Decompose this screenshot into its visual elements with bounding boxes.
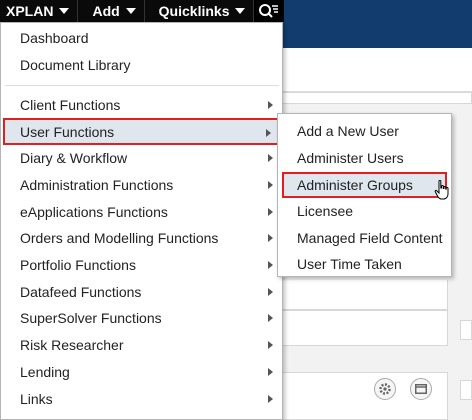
menu-item-label: User Functions [20, 123, 115, 140]
chevron-right-icon [268, 208, 273, 216]
menu-item-administration-functions[interactable]: Administration Functions [5, 172, 279, 198]
menu-divider [5, 85, 279, 86]
chevron-down-icon [235, 8, 246, 14]
chevron-right-icon [268, 341, 273, 349]
chevron-right-icon [268, 261, 273, 269]
menu-item-document-library[interactable]: Document Library [5, 52, 279, 78]
chevron-right-icon [268, 154, 273, 162]
quicklinks-menu-button[interactable]: Quicklinks [144, 0, 255, 22]
chevron-right-icon [268, 101, 273, 109]
submenu-item-add-new-user[interactable]: Add a New User [282, 118, 447, 144]
content-header [258, 48, 472, 92]
add-menu-button[interactable]: Add [78, 0, 145, 22]
menu-item-orders-modelling-functions[interactable]: Orders and Modelling Functions [5, 225, 279, 251]
xplan-menu-button[interactable]: XPLAN [0, 0, 79, 22]
menu-item-label: Document Library [20, 57, 131, 73]
chevron-right-icon [268, 395, 273, 403]
maximize-button[interactable] [410, 378, 432, 400]
submenu-item-label: Administer Users [297, 150, 404, 166]
search-icon [259, 4, 279, 18]
chevron-down-icon [125, 8, 136, 14]
menu-item-label: SuperSolver Functions [20, 310, 162, 326]
menu-item-label: Datafeed Functions [20, 284, 142, 300]
user-functions-submenu: Add a New User Administer Users Administ… [277, 113, 452, 277]
menu-item-label: eApplications Functions [20, 204, 168, 220]
menu-item-label: Client Functions [20, 97, 121, 113]
menu-item-eapplications-functions[interactable]: eApplications Functions [5, 199, 279, 225]
chevron-right-icon [268, 288, 273, 296]
menu-item-supersolver-functions[interactable]: SuperSolver Functions [5, 305, 279, 331]
chevron-right-icon [268, 368, 273, 376]
menu-item-label: Lending [20, 364, 70, 380]
window-icon [415, 384, 427, 394]
menu-item-label: Administration Functions [20, 177, 174, 193]
content-panel [258, 92, 472, 104]
quicklinks-label: Quicklinks [158, 3, 230, 19]
submenu-item-user-time-taken[interactable]: User Time Taken [282, 251, 447, 277]
submenu-item-licensee[interactable]: Licensee [282, 198, 447, 224]
add-label: Add [92, 3, 120, 19]
menu-item-label: Dashboard [20, 30, 89, 46]
xplan-dropdown-menu: Dashboard Document Library Client Functi… [0, 22, 283, 420]
hand-pointer-icon [434, 180, 449, 200]
submenu-item-administer-users[interactable]: Administer Users [282, 145, 447, 171]
menu-item-datafeed-functions[interactable]: Datafeed Functions [5, 279, 279, 305]
menu-item-links[interactable]: Links [5, 386, 279, 412]
menu-item-diary-workflow[interactable]: Diary & Workflow [5, 145, 279, 171]
gear-icon [379, 383, 391, 395]
content-panel [258, 310, 448, 346]
submenu-item-administer-groups[interactable]: Administer Groups [282, 172, 447, 198]
header-strip [256, 22, 472, 48]
content-panel [258, 280, 448, 310]
chevron-right-icon [268, 314, 273, 322]
chevron-right-icon [266, 129, 271, 137]
menu-item-lending[interactable]: Lending [5, 359, 279, 385]
submenu-item-label: Add a New User [297, 123, 399, 139]
content-panel [460, 320, 472, 340]
chevron-right-icon [268, 234, 273, 242]
xplan-label: XPLAN [6, 3, 54, 19]
menu-item-label: Risk Researcher [20, 337, 124, 353]
top-navigation: XPLAN Add Quicklinks [0, 0, 285, 22]
submenu-item-label: User Time Taken [297, 256, 402, 272]
submenu-item-managed-field-content[interactable]: Managed Field Content [282, 225, 447, 251]
menu-item-user-functions[interactable]: User Functions [3, 118, 279, 145]
settings-button[interactable] [374, 378, 396, 400]
menu-item-label: Links [20, 391, 53, 407]
submenu-item-label: Licensee [297, 203, 354, 219]
menu-item-dashboard[interactable]: Dashboard [5, 25, 279, 51]
content-panel [460, 380, 472, 400]
chevron-right-icon [268, 181, 273, 189]
menu-item-client-functions[interactable]: Client Functions [5, 92, 279, 118]
search-button[interactable] [254, 0, 285, 22]
menu-item-label: Portfolio Functions [20, 257, 136, 273]
chevron-down-icon [59, 8, 70, 14]
menu-item-portfolio-functions[interactable]: Portfolio Functions [5, 252, 279, 278]
menu-item-label: Diary & Workflow [20, 150, 128, 166]
submenu-item-label: Managed Field Content [297, 230, 443, 246]
menu-item-label: Orders and Modelling Functions [20, 230, 219, 246]
menu-item-risk-researcher[interactable]: Risk Researcher [5, 332, 279, 358]
submenu-item-label: Administer Groups [297, 177, 413, 193]
